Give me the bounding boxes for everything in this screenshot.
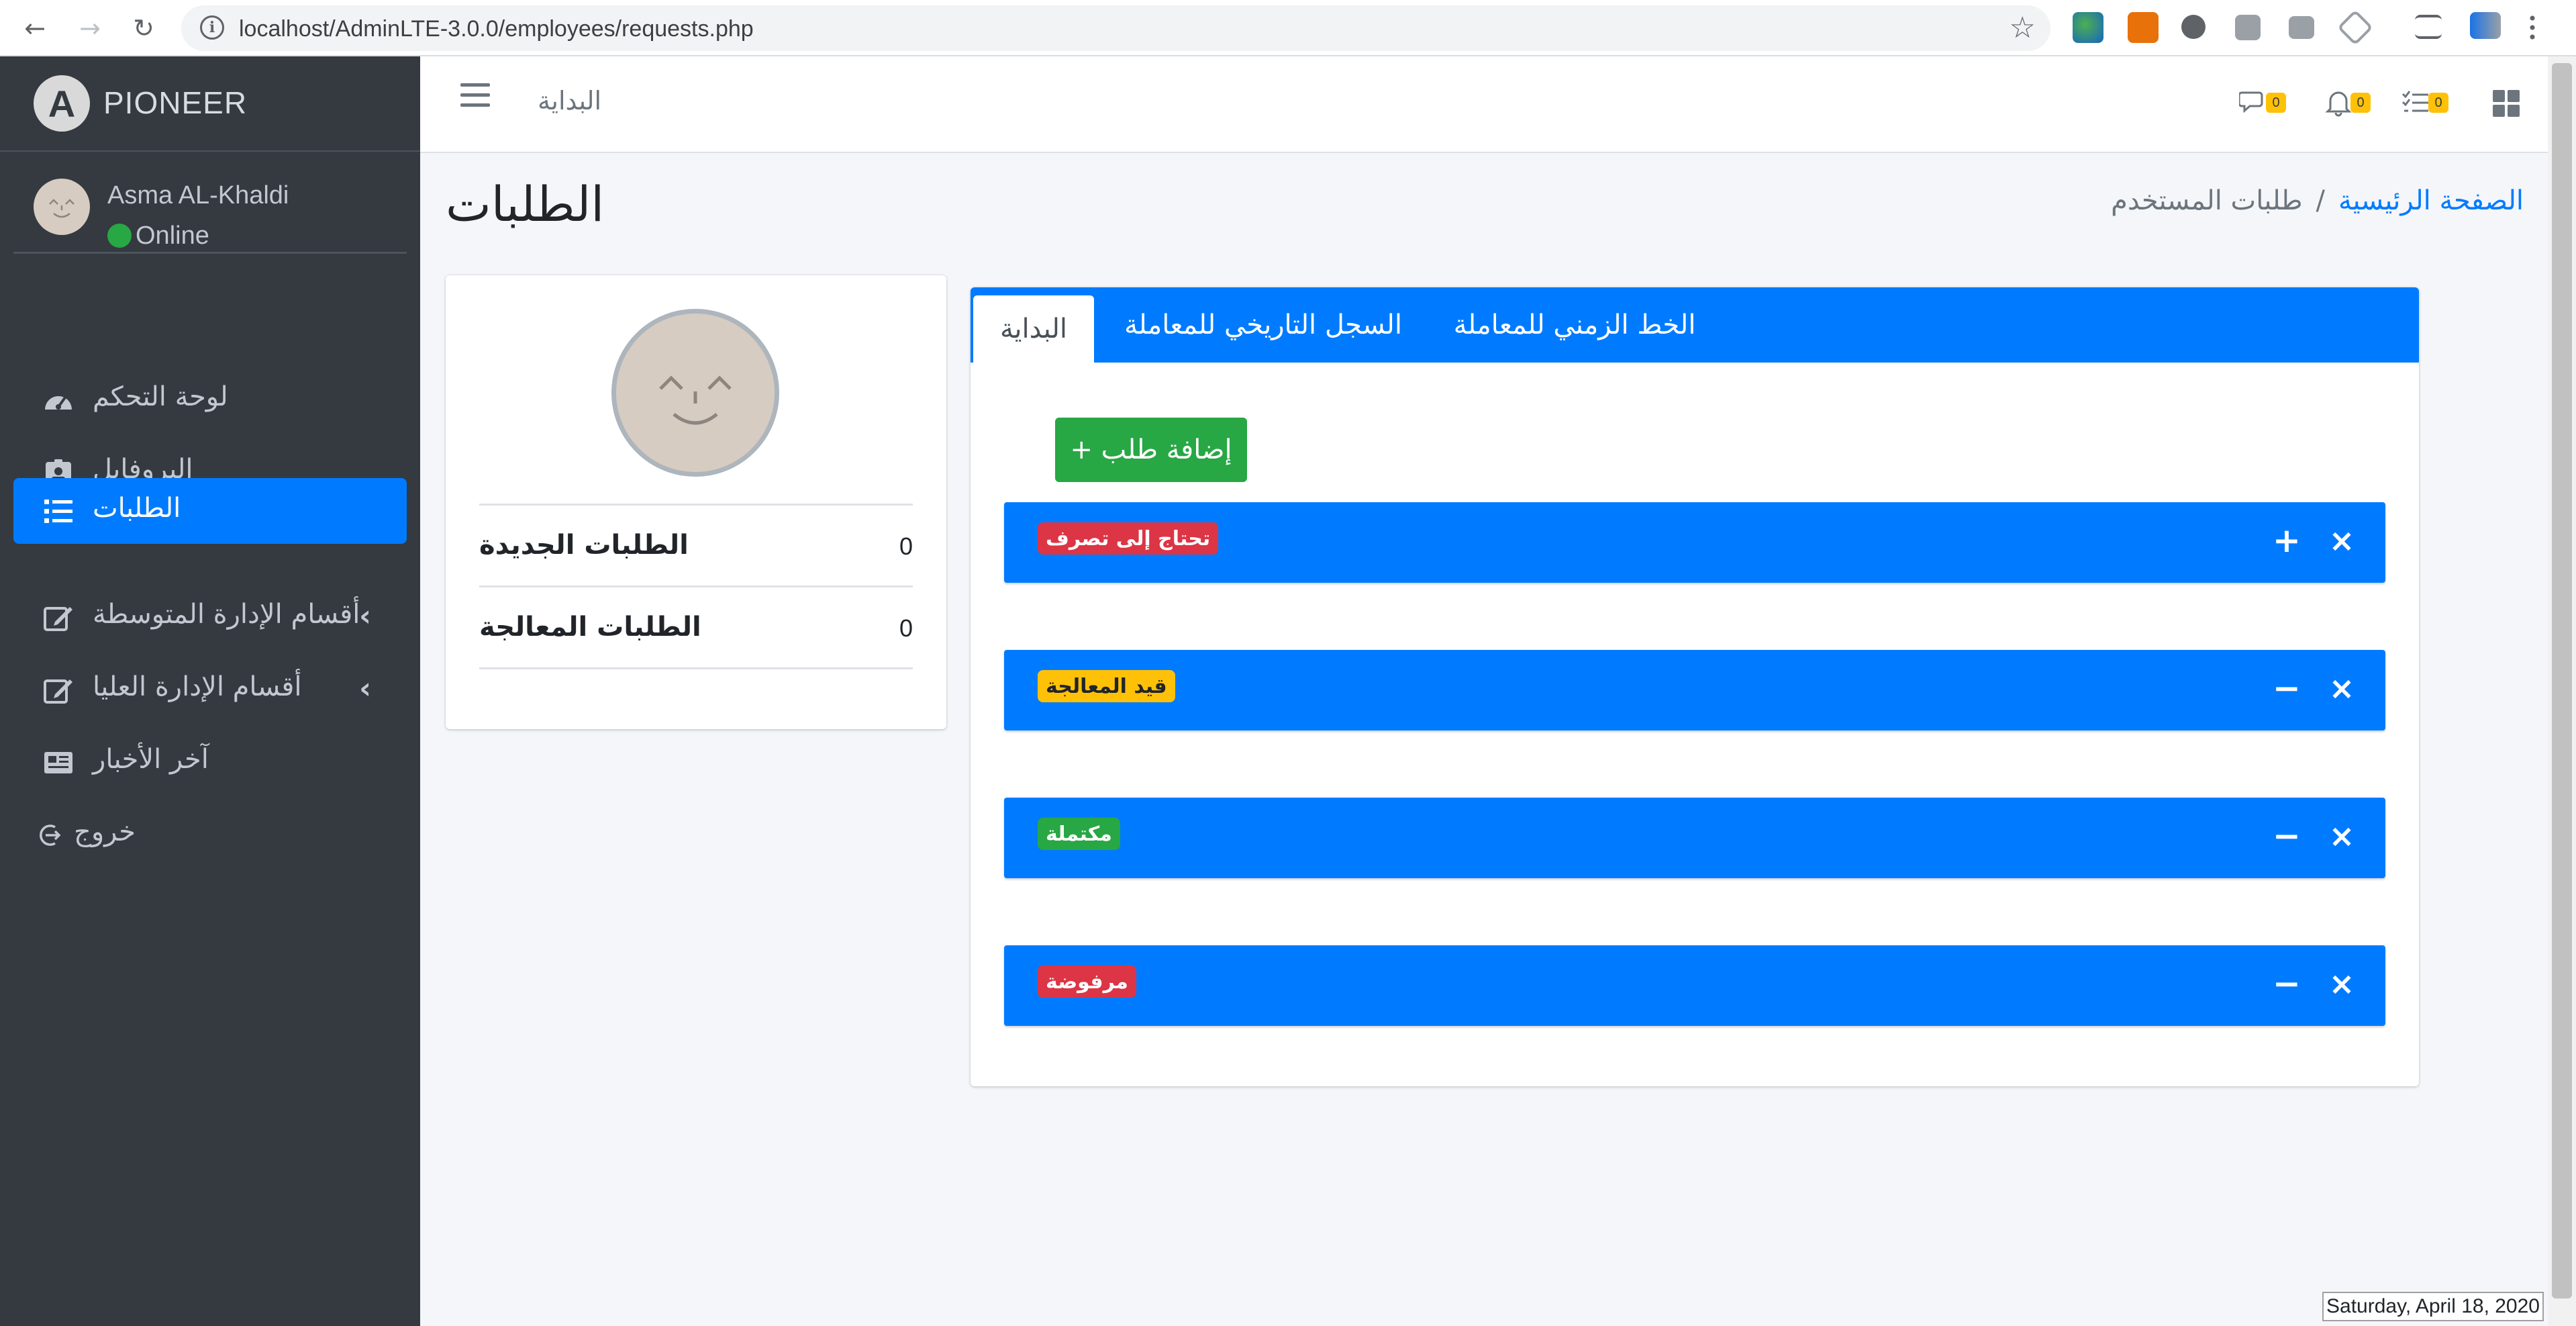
status-badge: قيد المعالجة bbox=[1038, 670, 1175, 702]
request-group-in-progress: قيد المعالجة − × bbox=[1004, 650, 2385, 730]
extension-android-icon[interactable] bbox=[2235, 15, 2261, 40]
sign-out-icon bbox=[40, 824, 61, 846]
brand-link[interactable]: A PIONEER bbox=[0, 56, 420, 152]
tasks-count-badge: 0 bbox=[2428, 93, 2448, 113]
sidebar-item-news[interactable]: آخر الأخبار bbox=[13, 729, 407, 795]
page-title: الطلبات bbox=[446, 176, 605, 232]
extension-chart-icon[interactable] bbox=[2470, 12, 2501, 39]
request-group-needs-action: تحتاج إلى تصرف + × bbox=[1004, 502, 2385, 583]
close-icon[interactable]: × bbox=[2324, 670, 2360, 706]
tachometer-icon bbox=[45, 396, 72, 410]
address-bar[interactable]: i localhost/AdminLTE-3.0.0/employees/req… bbox=[181, 5, 2050, 51]
forward-icon[interactable]: → bbox=[71, 9, 109, 47]
status-badge: تحتاج إلى تصرف bbox=[1038, 522, 1219, 555]
breadcrumb-home-link[interactable]: الصفحة الرئيسية bbox=[2338, 185, 2524, 216]
sidebar-item-label: أقسام الإدارة العليا bbox=[93, 671, 302, 702]
notifications-dropdown[interactable]: 0 bbox=[2324, 83, 2371, 124]
stat-new-requests: الطلبات الجديدة 0 bbox=[479, 504, 913, 585]
apps-grid-icon[interactable] bbox=[2491, 83, 2538, 124]
extension-camera-icon[interactable] bbox=[2289, 16, 2314, 39]
breadcrumb: الصفحة الرئيسية / طلبات المستخدم bbox=[2111, 185, 2524, 216]
tab-home[interactable]: البداية bbox=[973, 295, 1094, 363]
minus-icon[interactable]: − bbox=[2269, 669, 2305, 708]
sidebar-item-requests[interactable]: الطلبات bbox=[13, 478, 407, 544]
minus-icon[interactable]: − bbox=[2269, 964, 2305, 1003]
request-group-completed: مكتملة − × bbox=[1004, 798, 2385, 878]
tabs-header: البداية السجل التاريخي للمعاملة الخط الز… bbox=[971, 287, 2419, 363]
profile-card: الطلبات الجديدة 0 الطلبات المعالجة 0 bbox=[446, 275, 946, 729]
minus-icon[interactable]: − bbox=[2269, 816, 2305, 855]
user-status: Online bbox=[107, 222, 209, 250]
edit-icon bbox=[44, 679, 72, 704]
stat-value: 0 bbox=[899, 614, 913, 642]
sidebar-item-label: خروج bbox=[74, 816, 136, 847]
edit-icon bbox=[44, 607, 72, 631]
online-dot-icon bbox=[107, 224, 132, 248]
list-icon bbox=[44, 500, 72, 523]
breadcrumb-separator: / bbox=[2316, 185, 2326, 216]
reload-icon[interactable]: ↻ bbox=[125, 9, 162, 47]
brand-name: PIONEER bbox=[103, 85, 248, 120]
sidebar-item-label: الطلبات bbox=[93, 493, 181, 524]
sidebar-item-top-management[interactable]: أقسام الإدارة العليا ‹ bbox=[13, 657, 407, 722]
info-icon[interactable]: i bbox=[200, 15, 224, 40]
brand-logo: A bbox=[34, 75, 90, 132]
tab-history[interactable]: السجل التاريخي للمعاملة bbox=[1102, 287, 1424, 363]
stat-value: 0 bbox=[899, 532, 913, 560]
close-icon[interactable]: × bbox=[2324, 965, 2360, 1002]
top-navbar: البداية 0 0 0 bbox=[420, 56, 2548, 153]
sidebar-item-logout[interactable]: خروج bbox=[13, 802, 407, 867]
close-icon[interactable]: × bbox=[2324, 522, 2360, 559]
tasks-dropdown[interactable]: 0 bbox=[2401, 83, 2448, 124]
extension-circle-icon[interactable] bbox=[2181, 15, 2206, 39]
newspaper-icon bbox=[44, 752, 72, 773]
extension-globe-icon[interactable] bbox=[2073, 12, 2103, 43]
user-panel: Asma AL-Khaldi Online bbox=[13, 152, 407, 254]
taskbar-date: Saturday, April 18, 2020 bbox=[2322, 1292, 2544, 1321]
nav-home-link[interactable]: البداية bbox=[538, 86, 601, 115]
sidebar-item-label: أقسام الإدارة المتوسطة bbox=[93, 599, 360, 630]
browser-toolbar: ← → ↻ i localhost/AdminLTE-3.0.0/employe… bbox=[0, 0, 2576, 56]
close-icon[interactable]: × bbox=[2324, 818, 2360, 854]
messages-count-badge: 0 bbox=[2266, 93, 2286, 113]
sidebar-item-label: آخر الأخبار bbox=[93, 744, 209, 775]
messages-dropdown[interactable]: 0 bbox=[2239, 83, 2286, 124]
breadcrumb-current: طلبات المستخدم bbox=[2111, 185, 2303, 216]
kebab-menu-icon[interactable] bbox=[2529, 13, 2536, 40]
main-sidebar: A PIONEER Asma AL-Khaldi Online لوحة الت… bbox=[0, 56, 420, 1326]
hamburger-icon[interactable] bbox=[460, 83, 490, 110]
scrollbar-thumb[interactable] bbox=[2552, 63, 2572, 1298]
stat-label: الطلبات الجديدة bbox=[479, 530, 689, 561]
profile-avatar bbox=[611, 309, 779, 477]
bookmark-star-icon[interactable]: ☆ bbox=[2010, 11, 2036, 45]
media-queue-icon[interactable] bbox=[2415, 15, 2442, 39]
sidebar-item-label: لوحة التحكم bbox=[93, 381, 228, 412]
status-badge: مكتملة bbox=[1038, 818, 1120, 850]
extension-diamond-icon[interactable] bbox=[2337, 9, 2373, 46]
stat-label: الطلبات المعالجة bbox=[479, 612, 701, 643]
chevron-left-icon[interactable]: ‹ bbox=[359, 671, 371, 706]
avatar[interactable] bbox=[34, 179, 90, 235]
sidebar-item-dashboard[interactable]: لوحة التحكم bbox=[13, 367, 407, 432]
chevron-left-icon[interactable]: ‹ bbox=[359, 599, 371, 633]
plus-icon[interactable]: + bbox=[2269, 521, 2305, 560]
status-badge: مرفوضة bbox=[1038, 965, 1136, 998]
requests-tabs-card: البداية السجل التاريخي للمعاملة الخط الز… bbox=[971, 287, 2419, 1086]
divider bbox=[479, 667, 913, 669]
url-text[interactable]: localhost/AdminLTE-3.0.0/employees/reque… bbox=[239, 16, 754, 42]
sidebar-item-middle-management[interactable]: أقسام الإدارة المتوسطة ‹ bbox=[13, 584, 407, 650]
page-scrollbar[interactable] bbox=[2548, 56, 2576, 1326]
extension-sc-icon[interactable] bbox=[2128, 12, 2159, 43]
notifications-count-badge: 0 bbox=[2350, 93, 2371, 113]
back-icon[interactable]: ← bbox=[16, 9, 54, 47]
user-name[interactable]: Asma AL-Khaldi bbox=[107, 181, 289, 210]
request-group-rejected: مرفوضة − × bbox=[1004, 945, 2385, 1026]
add-request-button[interactable]: إضافة طلب + bbox=[1055, 418, 1247, 482]
stat-processed-requests: الطلبات المعالجة 0 bbox=[479, 585, 913, 667]
tab-timeline[interactable]: الخط الزمني للمعاملة bbox=[1434, 287, 1716, 363]
